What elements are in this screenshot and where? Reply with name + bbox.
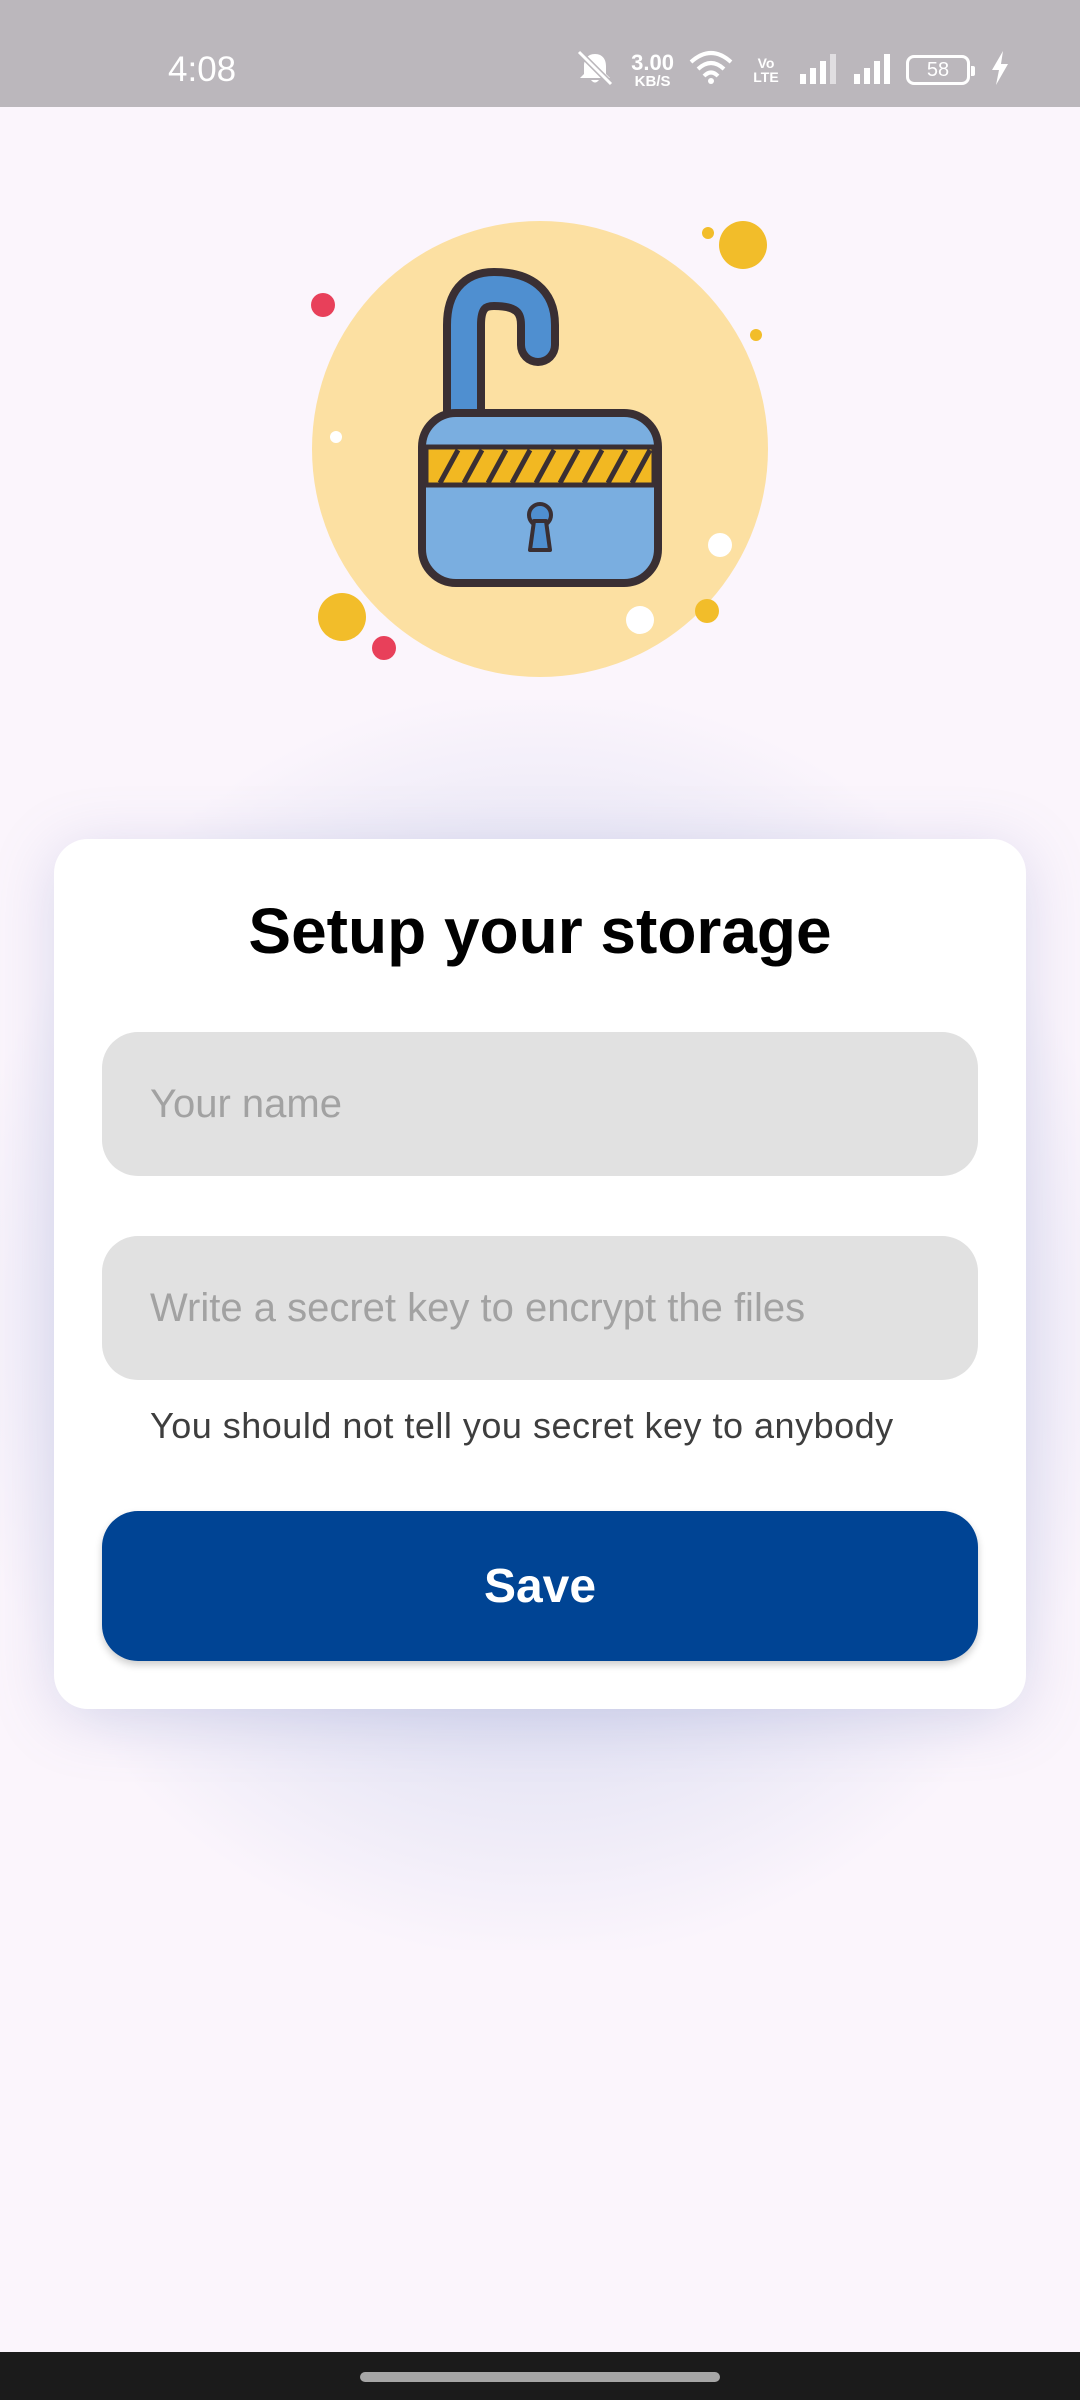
unlocked-padlock-icon [300, 205, 780, 685]
net-speed: 3.00 KB/S [631, 49, 674, 90]
secret-key-helper-text: You should not tell you secret key to an… [150, 1405, 894, 1446]
name-input[interactable] [102, 1032, 978, 1176]
save-button[interactable]: Save [102, 1511, 978, 1661]
page-title: Setup your storage [248, 895, 832, 967]
net-speed-value: 3.00 [631, 49, 674, 75]
wifi-icon [688, 50, 734, 91]
status-icons: 3.00 KB/S Vo LTE 58 [573, 48, 1010, 92]
volte-icon: Vo LTE [753, 55, 779, 85]
status-bar: 4:08 3.00 KB/S Vo LTE 58 [0, 0, 1080, 107]
charging-icon [990, 50, 1010, 90]
mute-icon [573, 48, 617, 93]
setup-card: Setup your storage You should not tell y… [54, 839, 1026, 1709]
status-time: 4:08 [168, 50, 237, 89]
net-speed-unit: KB/S [634, 72, 671, 90]
signal-icon [852, 52, 892, 89]
navigation-bar [0, 2352, 1080, 2400]
battery-level: 58 [926, 58, 950, 81]
battery-icon: 58 [906, 55, 975, 85]
signal-icon [798, 52, 838, 89]
secret-key-input[interactable] [102, 1236, 978, 1380]
home-gesture-handle[interactable] [360, 2372, 720, 2382]
